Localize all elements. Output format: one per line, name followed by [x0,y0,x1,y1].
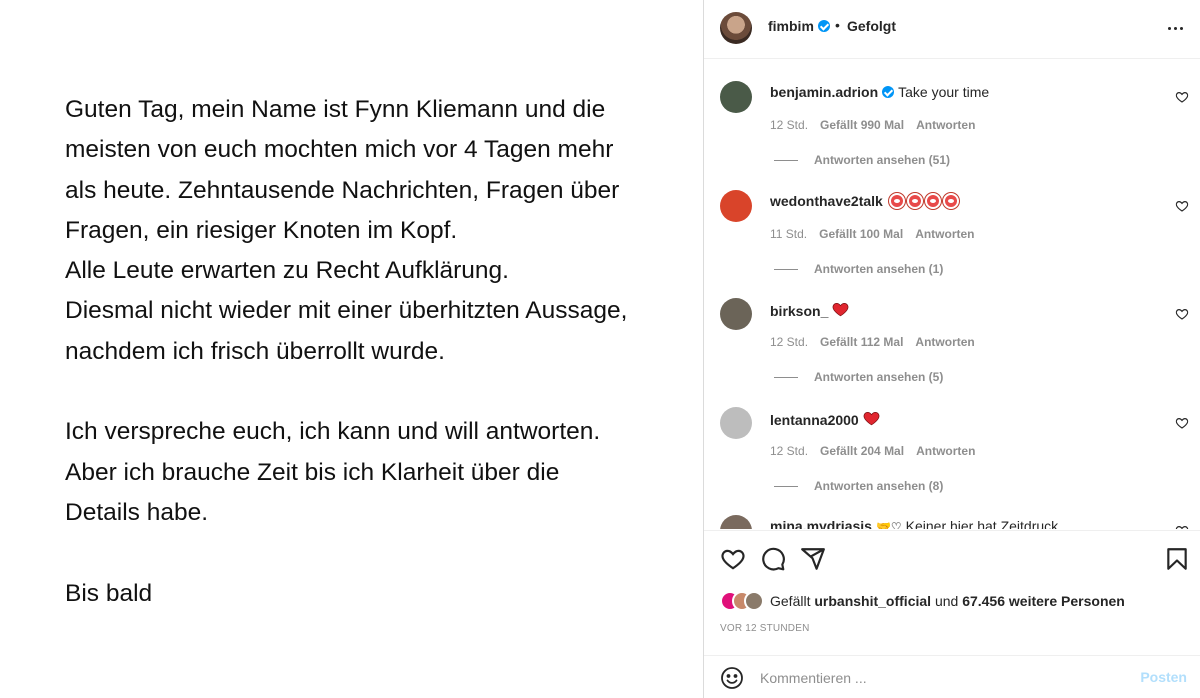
more-options-icon[interactable] [1165,18,1185,38]
view-replies-button[interactable]: Antworten ansehen (5) [774,370,943,384]
comment-time[interactable]: 11 Std. [770,227,807,241]
post-text-line: als heute. Zehntausende Nachrichten, Fra… [65,176,620,204]
post-header: fimbim • Gefolgt [704,0,1200,59]
heart-outline-icon[interactable] [720,546,746,572]
separator-dot: • [835,17,840,33]
post-timestamp: VOR 12 STUNDEN [720,623,810,634]
view-replies-button[interactable]: Antworten ansehen (1) [774,262,943,276]
comment-meta: 12 Std. Gefällt 204 Mal Antworten [770,444,987,458]
comment-text: Keiner hier hat Zeitdruck. [905,518,1063,529]
likes-count[interactable]: 67.456 weitere Personen [962,593,1125,609]
comment-like-icon[interactable] [1175,199,1189,213]
comment-like-icon[interactable] [1175,416,1189,430]
action-bar: Gefällt urbanshit_official und 67.456 we… [704,530,1200,698]
view-replies-button[interactable]: Antworten ansehen (51) [774,153,950,167]
clown-face-icon [887,192,959,209]
post-comment-button[interactable]: Posten [1140,669,1187,685]
comment-time[interactable]: 12 Std. [770,118,808,132]
comment-meta: 12 Std. Gefällt 990 Mal Antworten [770,118,987,132]
comment-like-icon[interactable] [1175,307,1189,321]
post-text-line: Fragen, ein riesiger Knoten im Kopf. [65,216,458,244]
post-text-line: Alle Leute erwarten zu Recht Aufklärung. [65,257,509,285]
post-image-text: Guten Tag, mein Name ist Fynn Kliemann u… [65,90,685,614]
author-username[interactable]: fimbim [768,18,830,34]
post-text-line: Details habe. [65,498,209,526]
comment-likes[interactable]: Gefällt 990 Mal [820,118,904,132]
likes-text: Gefällt urbanshit_official und 67.456 we… [770,593,1125,609]
comment-item: lentanna2000 12 Std. Gefällt 204 Mal Antwor… [704,386,1200,494]
liker-username[interactable]: urbanshit_official [814,593,931,609]
commenter-avatar[interactable] [720,298,752,330]
comment-likes[interactable]: Gefällt 112 Mal [820,335,903,349]
author-avatar[interactable] [720,12,752,44]
comment-input[interactable] [760,666,1120,690]
comment-text: Take your time [898,84,990,100]
post-text-line: Diesmal nicht wieder mit einer überhitzt… [65,297,628,325]
reply-button[interactable]: Antworten [916,444,975,458]
comment-body: benjamin.adrion Take your time [770,84,989,100]
emoji-icon[interactable] [720,666,744,690]
comment-like-icon[interactable] [1175,90,1189,104]
view-replies-button[interactable]: Antworten ansehen (8) [774,479,943,493]
post-text-line: Bis bald [65,579,153,607]
comment-composer: Posten [704,655,1200,698]
comment-item: birkson_ 12 Std. Gefällt 112 Mal Antworten A… [704,277,1200,385]
liker-avatar [744,591,764,611]
commenter-username[interactable]: wedonthave2talk [770,193,883,209]
red-heart-icon [833,302,849,317]
likes-summary[interactable]: Gefällt urbanshit_official und 67.456 we… [720,588,1125,614]
post-text-line: Guten Tag, mein Name ist Fynn Kliemann u… [65,96,606,123]
post-text-line: meisten von euch mochten mich vor 4 Tage… [65,136,614,164]
post-image: Guten Tag, mein Name ist Fynn Kliemann u… [0,0,703,698]
follow-status-button[interactable]: Gefolgt [847,18,896,34]
commenter-username[interactable]: lentanna2000 [770,412,859,428]
commenter-avatar[interactable] [720,189,752,222]
comment-body: lentanna2000 [770,410,880,428]
comment-item: mina.mydriasis 🤝♡ Keiner hier hat Zeitdruc… [704,494,1200,529]
comment-meta: 12 Std. Gefällt 112 Mal Antworten [770,335,987,349]
comment-like-icon[interactable] [1175,524,1189,529]
post-text-gap [65,372,685,412]
post-text-line: Aber ich brauche Zeit bis ich Klarheit ü… [65,458,560,486]
comment-likes[interactable]: Gefällt 204 Mal [820,444,904,458]
commenter-username[interactable]: birkson_ [770,303,828,319]
comment-likes[interactable]: Gefällt 100 Mal [819,227,903,241]
reply-button[interactable]: Antworten [915,335,974,349]
verified-badge-icon [882,86,895,98]
comment-body: mina.mydriasis 🤝♡ Keiner hier hat Zeitdruc… [770,518,1062,529]
reply-button[interactable]: Antworten [915,227,974,241]
comment-time[interactable]: 12 Std. [770,444,808,458]
post-text-line: Ich verspreche euch, ich kann und will a… [65,418,601,446]
comment-bubble-icon[interactable] [760,546,786,572]
comment-meta: 11 Std. Gefällt 100 Mal Antworten [770,227,987,241]
comments-list[interactable]: benjamin.adrion Take your time 12 Std. Gefä… [704,60,1200,529]
commenter-avatar[interactable] [720,81,752,113]
post-text-gap [65,533,685,573]
reply-button[interactable]: Antworten [916,118,975,132]
commenter-username[interactable]: benjamin.adrion [770,84,878,100]
comment-time[interactable]: 12 Std. [770,335,808,349]
comment-body: birkson_ [770,301,849,319]
red-heart-icon [863,411,880,425]
post-sidebar: fimbim • Gefolgt benjamin.adrion Take you… [703,0,1200,698]
comment-item: wedonthave2talk 11 Std. Gefällt 100 Mal Ant… [704,169,1200,277]
commenter-username[interactable]: mina.mydriasis [770,518,872,529]
comment-item: benjamin.adrion Take your time 12 Std. Gefä… [704,60,1200,168]
post-text-line: nachdem ich frisch überrollt wurde. [65,337,445,365]
bookmark-icon[interactable] [1164,546,1190,572]
paper-plane-icon[interactable] [800,546,826,572]
comment-body: wedonthave2talk [770,192,959,209]
verified-badge-icon [817,20,830,32]
handshake-heart-icon: 🤝♡ [875,520,902,529]
commenter-avatar[interactable] [720,515,752,529]
commenter-avatar[interactable] [720,406,752,439]
